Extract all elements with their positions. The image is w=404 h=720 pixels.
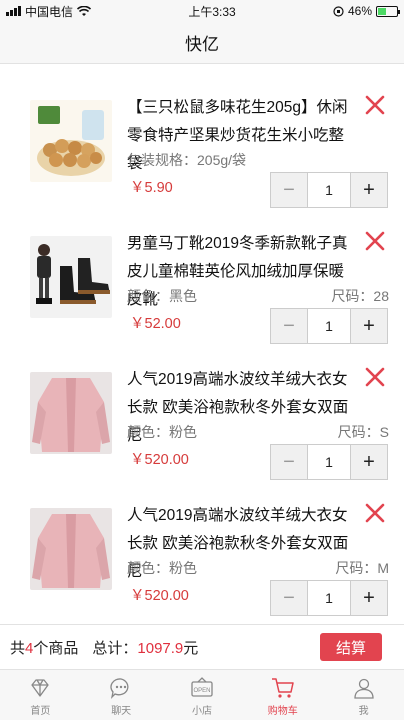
quantity-stepper: − 1 + <box>270 580 388 616</box>
total-label: 总计： <box>92 639 138 657</box>
tab-label: 聊天 <box>111 706 132 717</box>
clock: 上午3:33 <box>188 4 236 19</box>
remove-item-icon[interactable] <box>364 94 386 116</box>
page-title: 快亿 <box>185 35 219 54</box>
spec-left: 颜色：粉色 <box>127 424 197 440</box>
spec-left: 颜色：黑色 <box>127 288 197 304</box>
chat-icon <box>110 678 129 699</box>
product-spec: 颜色：粉色 尺码：S <box>127 422 389 442</box>
remove-item-icon[interactable] <box>364 366 386 388</box>
cart-item: 【三只松鼠多味花生205g】休闲零食特产坚果炒货花生米小吃整袋 包装规格：205… <box>0 64 404 208</box>
product-image[interactable] <box>30 508 112 590</box>
cart-list: 【三只松鼠多味花生205g】休闲零食特产坚果炒货花生米小吃整袋 包装规格：205… <box>0 64 404 624</box>
spec-right: 尺码：M <box>335 560 389 576</box>
nav-bar: 快亿 <box>0 22 404 64</box>
status-bar: 中国电信 上午3:33 46% <box>0 0 404 22</box>
total-amount: 总计：1097.9元 <box>92 637 198 658</box>
orientation-lock-icon <box>333 5 344 17</box>
count-prefix: 共 <box>10 639 26 657</box>
product-spec: 颜色：黑色 尺码：28 <box>127 286 389 306</box>
wifi-icon <box>77 5 92 16</box>
cart-icon <box>271 678 294 698</box>
tab-chat[interactable]: 聊天 <box>81 670 162 720</box>
cart-item: 人气2019高端水波纹羊绒大衣女长款 欧美浴袍款秋冬外套女双面尼 颜色：粉色 尺… <box>0 336 404 480</box>
tab-shop[interactable]: OPEN 小店 <box>162 670 243 720</box>
spec-left: 包装规格：205g/袋 <box>127 152 247 168</box>
tab-home[interactable]: 首页 <box>0 670 81 720</box>
shop-icon: OPEN <box>191 677 213 697</box>
carrier-label: 中国电信 <box>25 4 74 19</box>
product-image[interactable] <box>30 372 112 454</box>
spec-right: 尺码：S <box>337 424 389 440</box>
tab-label: 我 <box>358 706 369 717</box>
spec-left: 颜色：粉色 <box>127 560 197 576</box>
tab-label: 购物车 <box>267 706 298 717</box>
increase-button[interactable]: + <box>351 581 387 615</box>
battery-percent: 46% <box>347 4 372 18</box>
battery-icon <box>376 5 400 17</box>
cart-item: 男童马丁靴2019冬季新款靴子真皮儿童棉鞋英伦风加绒加厚保暖皮靴 颜色：黑色 尺… <box>0 200 404 344</box>
product-spec: 包装规格：205g/袋 <box>127 150 389 170</box>
total-unit: 元 <box>183 639 199 657</box>
decrease-button[interactable]: − <box>271 581 307 615</box>
remove-item-icon[interactable] <box>364 230 386 252</box>
checkout-button[interactable]: 结算 <box>320 633 382 661</box>
product-spec: 颜色：粉色 尺码：M <box>127 558 389 578</box>
signal-icon <box>6 6 21 16</box>
product-price: ￥52.00 <box>130 316 181 332</box>
product-price: ￥5.90 <box>130 180 173 196</box>
product-image[interactable] <box>30 236 112 318</box>
spec-right: 尺码：28 <box>331 288 389 304</box>
cart-item: 人气2019高端水波纹羊绒大衣女长款 欧美浴袍款秋冬外套女双面尼 颜色：粉色 尺… <box>0 472 404 616</box>
product-price: ￥520.00 <box>130 452 189 468</box>
tab-label: 首页 <box>30 706 51 717</box>
quantity-value[interactable]: 1 <box>307 581 351 615</box>
count-suffix: 个商品 <box>33 639 79 657</box>
remove-item-icon[interactable] <box>364 502 386 524</box>
cart-summary: 共4个商品 总计：1097.9元 结算 <box>0 624 404 670</box>
tab-bar: 首页 聊天 OPEN 小店 购物车 我 <box>0 670 404 720</box>
product-price: ￥520.00 <box>130 588 189 604</box>
total-value: 1097.9 <box>137 639 184 657</box>
tab-me[interactable]: 我 <box>323 670 404 720</box>
person-icon <box>353 678 374 699</box>
tab-label: 小店 <box>191 706 212 717</box>
diamond-icon <box>31 679 50 697</box>
shop-icon-text: OPEN <box>193 688 210 694</box>
product-image[interactable] <box>30 100 112 182</box>
item-count: 共4个商品 <box>10 637 78 658</box>
tab-cart[interactable]: 购物车 <box>242 670 323 720</box>
